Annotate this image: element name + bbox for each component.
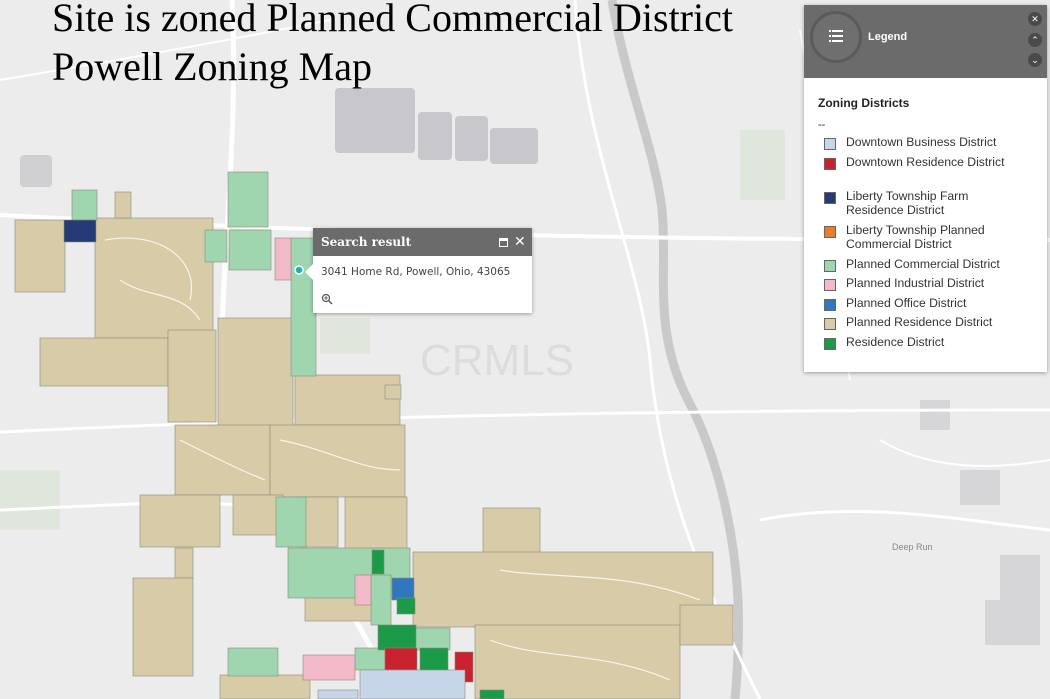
parcel-residence[interactable] xyxy=(371,549,385,575)
parcel-planned-residence[interactable] xyxy=(384,384,402,400)
parcel-planned-commercial[interactable] xyxy=(370,574,392,626)
map-park xyxy=(0,470,60,530)
parcel-planned-office[interactable] xyxy=(391,577,415,601)
legend-label: Planned Office District xyxy=(846,296,967,310)
parcel-planned-industrial[interactable] xyxy=(354,574,372,606)
parcel-planned-residence[interactable] xyxy=(219,674,311,699)
maximize-icon[interactable] xyxy=(499,238,508,247)
parcel-downtown-business[interactable] xyxy=(359,669,466,699)
parcel-planned-residence[interactable] xyxy=(39,337,169,387)
parcel-residence[interactable] xyxy=(419,647,449,671)
legend-swatch xyxy=(824,299,836,311)
close-icon[interactable]: ✕ xyxy=(1028,12,1042,26)
legend-panel: Legend ✕ ⌃ ⌄ Zoning Districts -- Downtow… xyxy=(804,5,1047,372)
map-park xyxy=(740,130,785,200)
parcel-planned-residence[interactable] xyxy=(474,624,681,699)
parcel-planned-residence[interactable] xyxy=(269,424,406,498)
map-building xyxy=(985,600,1005,645)
map-building xyxy=(455,116,488,161)
popup-title: Search result xyxy=(321,235,412,249)
chevron-up-icon[interactable]: ⌃ xyxy=(1028,33,1042,47)
legend-label: Downtown Business District xyxy=(846,135,997,149)
parcel-planned-commercial[interactable] xyxy=(354,647,386,671)
parcel-planned-residence[interactable] xyxy=(114,191,132,219)
map-building xyxy=(335,88,415,153)
map-road xyxy=(879,439,1050,467)
parcel-planned-residence[interactable] xyxy=(174,547,194,579)
legend-swatch xyxy=(824,318,836,330)
map-title: Site is zoned Planned Commercial Distric… xyxy=(52,0,733,40)
legend-label: Downtown Residence District xyxy=(846,155,1005,169)
legend-swatch xyxy=(824,192,836,204)
parcel-planned-industrial[interactable] xyxy=(274,237,292,281)
map-watermark: CRMLS xyxy=(420,336,574,385)
map-place-label: Deep Run xyxy=(892,542,933,552)
map-road xyxy=(0,408,1050,434)
map-building xyxy=(20,155,52,187)
parcel-planned-commercial[interactable] xyxy=(227,171,269,228)
legend-swatch xyxy=(824,338,836,350)
popup-address: 3041 Home Rd, Powell, Ohio, 43065 xyxy=(321,266,511,278)
map-building xyxy=(920,400,950,430)
parcel-residence[interactable] xyxy=(377,624,417,651)
parcel-planned-residence[interactable] xyxy=(14,219,66,293)
map-building xyxy=(490,128,538,164)
location-pin[interactable] xyxy=(294,265,304,275)
parcel-downtown-business[interactable] xyxy=(317,689,359,699)
legend-section-title: Zoning Districts xyxy=(818,96,910,110)
legend-header: Legend ✕ ⌃ ⌄ xyxy=(804,5,1047,78)
legend-label: Planned Industrial District xyxy=(846,276,985,290)
parcel-planned-residence[interactable] xyxy=(294,374,401,426)
parcel-planned-commercial[interactable] xyxy=(227,647,279,677)
parcel-residence[interactable] xyxy=(479,689,505,699)
legend-swatch xyxy=(824,226,836,238)
legend-label: Liberty Township Planned Commercial Distr… xyxy=(846,223,985,251)
legend-list-icon[interactable] xyxy=(810,11,862,63)
map-building xyxy=(960,470,1000,505)
parcel-planned-residence[interactable] xyxy=(344,496,408,553)
legend-swatch xyxy=(824,260,836,272)
parcel-planned-commercial[interactable] xyxy=(414,627,451,651)
popup-header: Search result ✕ xyxy=(313,228,532,256)
parcel-planned-commercial[interactable] xyxy=(228,229,272,271)
legend-swatch xyxy=(824,158,836,170)
parcel-downtown-residence[interactable] xyxy=(384,647,418,671)
parcel-planned-commercial[interactable] xyxy=(204,229,228,263)
map-subtitle: Powell Zoning Map xyxy=(52,44,372,89)
parcel-liberty-farm-residence[interactable] xyxy=(63,219,97,243)
zoom-in-icon[interactable] xyxy=(321,293,333,305)
legend-swatch xyxy=(824,138,836,150)
legend-swatch xyxy=(824,279,836,291)
parcel-planned-residence[interactable] xyxy=(217,317,294,429)
legend-title: Legend xyxy=(868,31,908,43)
legend-label: Planned Residence District xyxy=(846,315,993,329)
legend-label: Liberty Township Farm Residence District xyxy=(846,189,969,217)
parcel-planned-residence[interactable] xyxy=(132,577,194,677)
parcel-planned-industrial[interactable] xyxy=(302,654,356,681)
map-building xyxy=(418,112,452,160)
parcel-planned-residence[interactable] xyxy=(679,604,734,646)
legend-empty-entry: -- xyxy=(818,119,826,131)
map-road xyxy=(759,509,1050,532)
map-building xyxy=(1000,555,1040,645)
parcel-planned-commercial[interactable] xyxy=(71,189,98,221)
legend-label: Residence District xyxy=(846,335,945,349)
parcel-planned-residence[interactable] xyxy=(482,507,541,557)
parcel-residence[interactable] xyxy=(396,597,416,615)
chevron-down-icon[interactable]: ⌄ xyxy=(1028,53,1042,67)
parcel-planned-residence[interactable] xyxy=(232,494,284,536)
parcel-planned-residence[interactable] xyxy=(174,424,271,496)
parcel-planned-residence[interactable] xyxy=(139,494,221,548)
search-result-popup: Search result ✕ 3041 Home Rd, Powell, Oh… xyxy=(305,228,532,313)
legend-label: Planned Commercial District xyxy=(846,257,1000,271)
parcel-planned-residence[interactable] xyxy=(167,329,217,423)
parcel-planned-commercial[interactable] xyxy=(275,496,307,548)
parcel-planned-residence[interactable] xyxy=(94,217,214,339)
close-icon[interactable]: ✕ xyxy=(514,234,526,248)
map-park xyxy=(320,318,370,354)
